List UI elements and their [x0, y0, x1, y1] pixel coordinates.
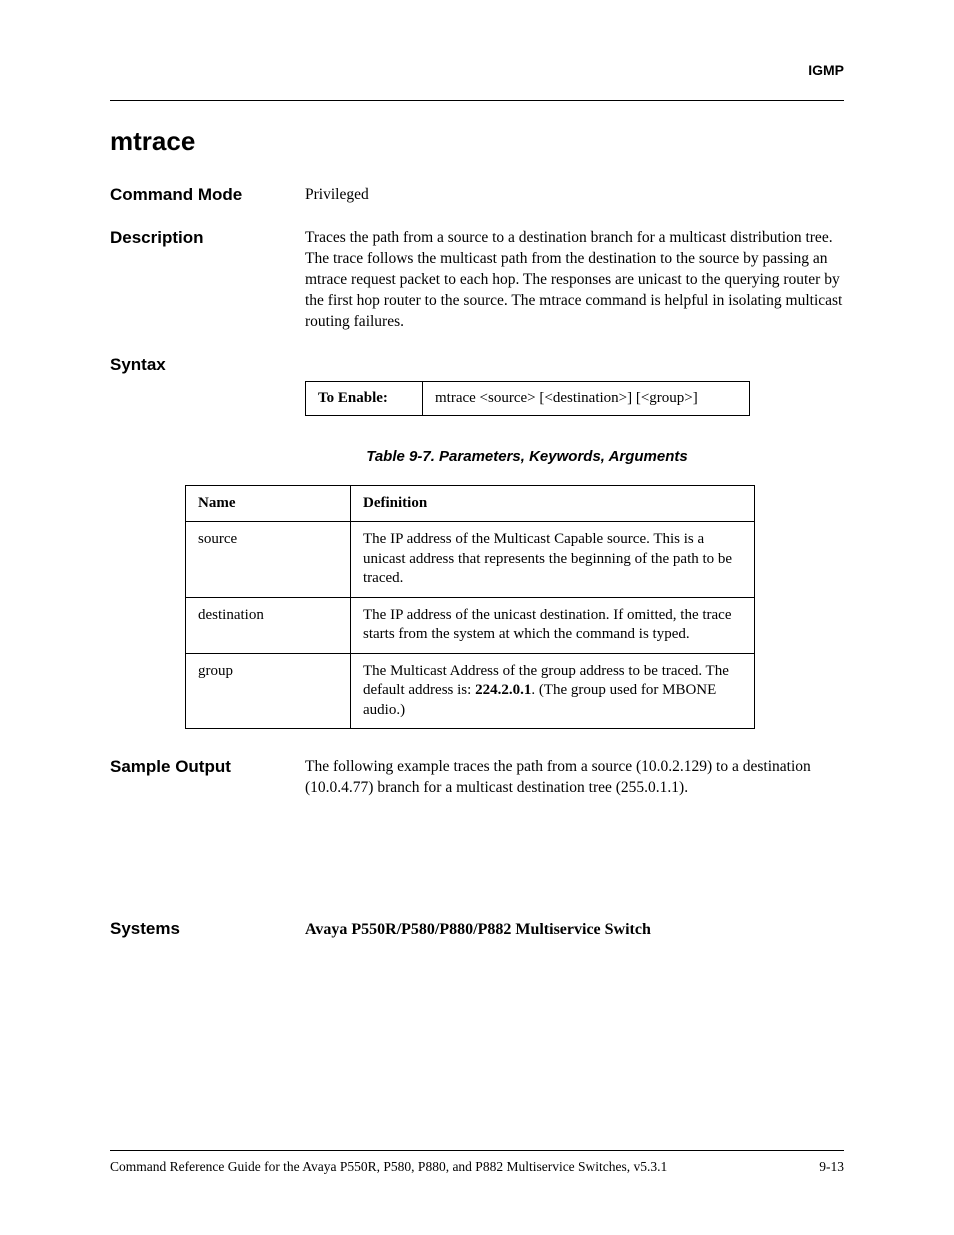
param-name: source [186, 522, 351, 598]
table-header-row: Name Definition [186, 485, 755, 522]
params-table-caption: Table 9-7. Parameters, Keywords, Argumen… [210, 448, 844, 465]
param-name: destination [186, 597, 351, 653]
param-name: group [186, 653, 351, 729]
params-table: Name Definition source The IP address of… [185, 485, 755, 730]
command-mode-section: Command Mode Privileged [110, 185, 844, 206]
syntax-label: Syntax [110, 355, 305, 375]
top-divider [110, 100, 844, 101]
param-def-bold: 224.2.0.1 [475, 682, 531, 698]
params-header-name: Name [186, 485, 351, 522]
description-text: Traces the path from a source to a desti… [305, 228, 844, 333]
sample-output-label: Sample Output [110, 757, 305, 799]
table-row: destination The IP address of the unicas… [186, 597, 755, 653]
sample-output-section: Sample Output The following example trac… [110, 757, 844, 799]
syntax-table: To Enable: mtrace <source> [<destination… [305, 381, 750, 416]
command-mode-label: Command Mode [110, 185, 305, 206]
header-section-label: IGMP [808, 62, 844, 78]
page-footer: Command Reference Guide for the Avaya P5… [110, 1150, 844, 1175]
footer-doc-title: Command Reference Guide for the Avaya P5… [110, 1159, 667, 1175]
params-header-definition: Definition [351, 485, 755, 522]
table-row: source The IP address of the Multicast C… [186, 522, 755, 598]
footer-page-number: 9-13 [819, 1159, 844, 1175]
syntax-section: Syntax [110, 355, 844, 375]
syntax-enable-label: To Enable: [306, 381, 423, 415]
systems-value: Avaya P550R/P580/P880/P882 Multiservice … [305, 919, 844, 941]
page-title: mtrace [110, 126, 844, 157]
description-section: Description Traces the path from a sourc… [110, 228, 844, 333]
param-definition: The Multicast Address of the group addre… [351, 653, 755, 729]
description-label: Description [110, 228, 305, 333]
sample-output-text: The following example traces the path fr… [305, 757, 844, 799]
systems-section: Systems Avaya P550R/P580/P880/P882 Multi… [110, 919, 844, 941]
param-definition: The IP address of the unicast destinatio… [351, 597, 755, 653]
footer-divider [110, 1150, 844, 1151]
command-mode-value: Privileged [305, 185, 844, 206]
systems-label: Systems [110, 919, 305, 941]
table-row: group The Multicast Address of the group… [186, 653, 755, 729]
param-definition: The IP address of the Multicast Capable … [351, 522, 755, 598]
syntax-enable-value: mtrace <source> [<destination>] [<group>… [423, 381, 750, 415]
table-row: To Enable: mtrace <source> [<destination… [306, 381, 750, 415]
